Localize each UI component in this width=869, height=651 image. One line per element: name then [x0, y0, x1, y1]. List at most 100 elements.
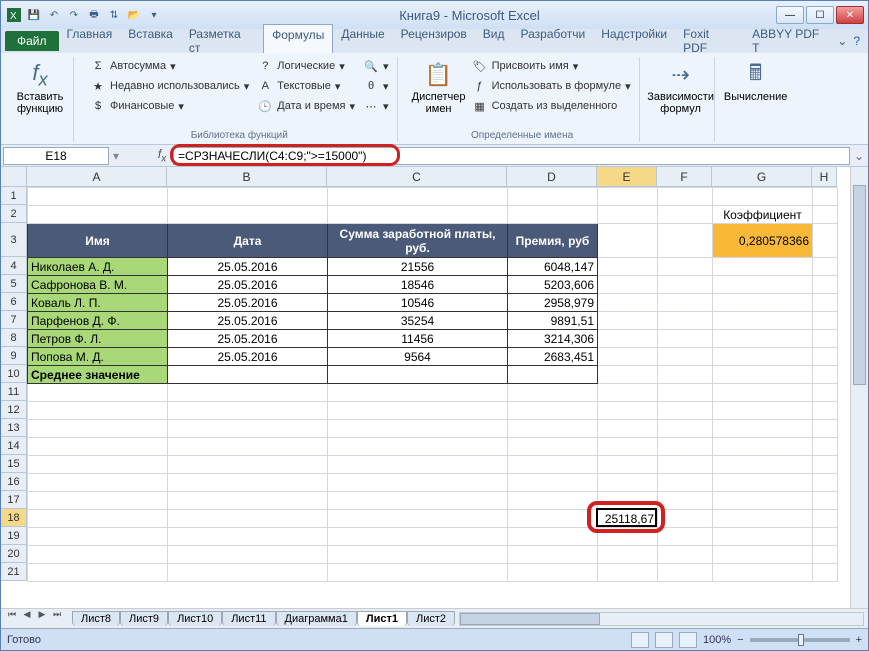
- cell-D16[interactable]: [508, 474, 598, 492]
- row-header-7[interactable]: 7: [1, 311, 27, 329]
- sheet-nav-next-icon[interactable]: ▶: [35, 609, 49, 628]
- row-header-13[interactable]: 13: [1, 419, 27, 437]
- cell-G13[interactable]: [713, 420, 813, 438]
- cell-D6[interactable]: 2958,979: [508, 294, 598, 312]
- cell-B15[interactable]: [168, 456, 328, 474]
- row-header-5[interactable]: 5: [1, 275, 27, 293]
- col-header-A[interactable]: A: [27, 167, 167, 187]
- cell-F12[interactable]: [658, 402, 713, 420]
- cell-H14[interactable]: [813, 438, 838, 456]
- cell-B4[interactable]: 25.05.2016: [168, 258, 328, 276]
- cell-F3[interactable]: [658, 224, 713, 258]
- cell-C11[interactable]: [328, 384, 508, 402]
- logical-button[interactable]: ?Логические ▾: [255, 57, 357, 75]
- sheet-tab-Диаграмма1[interactable]: Диаграмма1: [276, 611, 357, 626]
- cell-G18[interactable]: [713, 510, 813, 528]
- cell-G7[interactable]: [713, 312, 813, 330]
- cell-G14[interactable]: [713, 438, 813, 456]
- vertical-scrollbar[interactable]: [850, 167, 868, 608]
- zoom-knob[interactable]: [798, 634, 804, 646]
- cell-E7[interactable]: [598, 312, 658, 330]
- sheet-tab-Лист8[interactable]: Лист8: [72, 611, 120, 626]
- cell-A11[interactable]: [28, 384, 168, 402]
- col-header-C[interactable]: C: [327, 167, 507, 187]
- row-header-1[interactable]: 1: [1, 187, 27, 205]
- cell-F10[interactable]: [658, 366, 713, 384]
- cell-F4[interactable]: [658, 258, 713, 276]
- cell-B10[interactable]: [168, 366, 328, 384]
- cell-E17[interactable]: [598, 492, 658, 510]
- cell-H11[interactable]: [813, 384, 838, 402]
- cell-B18[interactable]: [168, 510, 328, 528]
- datetime-button[interactable]: 🕒Дата и время ▾: [255, 97, 357, 115]
- sheet-tab-Лист2[interactable]: Лист2: [407, 611, 455, 626]
- cell-D9[interactable]: 2683,451: [508, 348, 598, 366]
- cell-D20[interactable]: [508, 546, 598, 564]
- cell-D18[interactable]: [508, 510, 598, 528]
- cell-B13[interactable]: [168, 420, 328, 438]
- name-box[interactable]: E18: [3, 147, 109, 165]
- cell-G2[interactable]: Коэффициент: [713, 206, 813, 224]
- namebox-dropdown-icon[interactable]: ▾: [111, 149, 121, 163]
- formula-deps-button[interactable]: ⇢ Зависимости формул: [654, 57, 708, 117]
- cell-G17[interactable]: [713, 492, 813, 510]
- zoom-in-button[interactable]: +: [856, 634, 862, 646]
- cell-H12[interactable]: [813, 402, 838, 420]
- sheet-nav-first-icon[interactable]: ⏮: [5, 609, 19, 628]
- row-header-11[interactable]: 11: [1, 383, 27, 401]
- cell-F16[interactable]: [658, 474, 713, 492]
- col-header-D[interactable]: D: [507, 167, 597, 187]
- cell-H9[interactable]: [813, 348, 838, 366]
- cell-C3[interactable]: Сумма заработной платы, руб.: [328, 224, 508, 258]
- cell-G9[interactable]: [713, 348, 813, 366]
- cell-F14[interactable]: [658, 438, 713, 456]
- cell-F6[interactable]: [658, 294, 713, 312]
- undo-icon[interactable]: ↶: [45, 6, 63, 24]
- cell-H1[interactable]: [813, 188, 838, 206]
- cell-D19[interactable]: [508, 528, 598, 546]
- cell-C9[interactable]: 9564: [328, 348, 508, 366]
- redo-icon[interactable]: ↷: [65, 6, 83, 24]
- cell-A20[interactable]: [28, 546, 168, 564]
- cell-F9[interactable]: [658, 348, 713, 366]
- row-header-21[interactable]: 21: [1, 563, 27, 581]
- row-header-2[interactable]: 2: [1, 205, 27, 223]
- use-in-formula-button[interactable]: ƒИспользовать в формуле ▾: [470, 77, 633, 95]
- cell-E11[interactable]: [598, 384, 658, 402]
- qat-dropdown-icon[interactable]: ▾: [145, 6, 163, 24]
- cell-B16[interactable]: [168, 474, 328, 492]
- cells-grid[interactable]: КоэффициентИмяДатаСумма заработной платы…: [27, 187, 850, 608]
- cell-E16[interactable]: [598, 474, 658, 492]
- sheet-tab-Лист10[interactable]: Лист10: [168, 611, 222, 626]
- cell-C2[interactable]: [328, 206, 508, 224]
- text-button[interactable]: AТекстовые ▾: [255, 77, 357, 95]
- cell-A3[interactable]: Имя: [28, 224, 168, 258]
- cell-G8[interactable]: [713, 330, 813, 348]
- cell-H6[interactable]: [813, 294, 838, 312]
- cell-A6[interactable]: Коваль Л. П.: [28, 294, 168, 312]
- cell-H16[interactable]: [813, 474, 838, 492]
- open-icon[interactable]: 📂: [125, 6, 143, 24]
- row-header-6[interactable]: 6: [1, 293, 27, 311]
- row-header-16[interactable]: 16: [1, 473, 27, 491]
- cell-H20[interactable]: [813, 546, 838, 564]
- cell-D7[interactable]: 9891,51: [508, 312, 598, 330]
- cell-C1[interactable]: [328, 188, 508, 206]
- cell-D5[interactable]: 5203,606: [508, 276, 598, 294]
- row-header-19[interactable]: 19: [1, 527, 27, 545]
- cell-E18[interactable]: 25118,67: [598, 510, 658, 528]
- cell-A17[interactable]: [28, 492, 168, 510]
- row-header-3[interactable]: 3: [1, 223, 27, 257]
- zoom-out-button[interactable]: −: [737, 634, 743, 646]
- file-tab[interactable]: Файл: [5, 31, 59, 51]
- sheet-nav-prev-icon[interactable]: ◀: [20, 609, 34, 628]
- row-header-4[interactable]: 4: [1, 257, 27, 275]
- cell-A1[interactable]: [28, 188, 168, 206]
- cell-B20[interactable]: [168, 546, 328, 564]
- cell-A15[interactable]: [28, 456, 168, 474]
- cell-B14[interactable]: [168, 438, 328, 456]
- cell-E14[interactable]: [598, 438, 658, 456]
- cell-G5[interactable]: [713, 276, 813, 294]
- cell-B5[interactable]: 25.05.2016: [168, 276, 328, 294]
- cell-A5[interactable]: Сафронова В. М.: [28, 276, 168, 294]
